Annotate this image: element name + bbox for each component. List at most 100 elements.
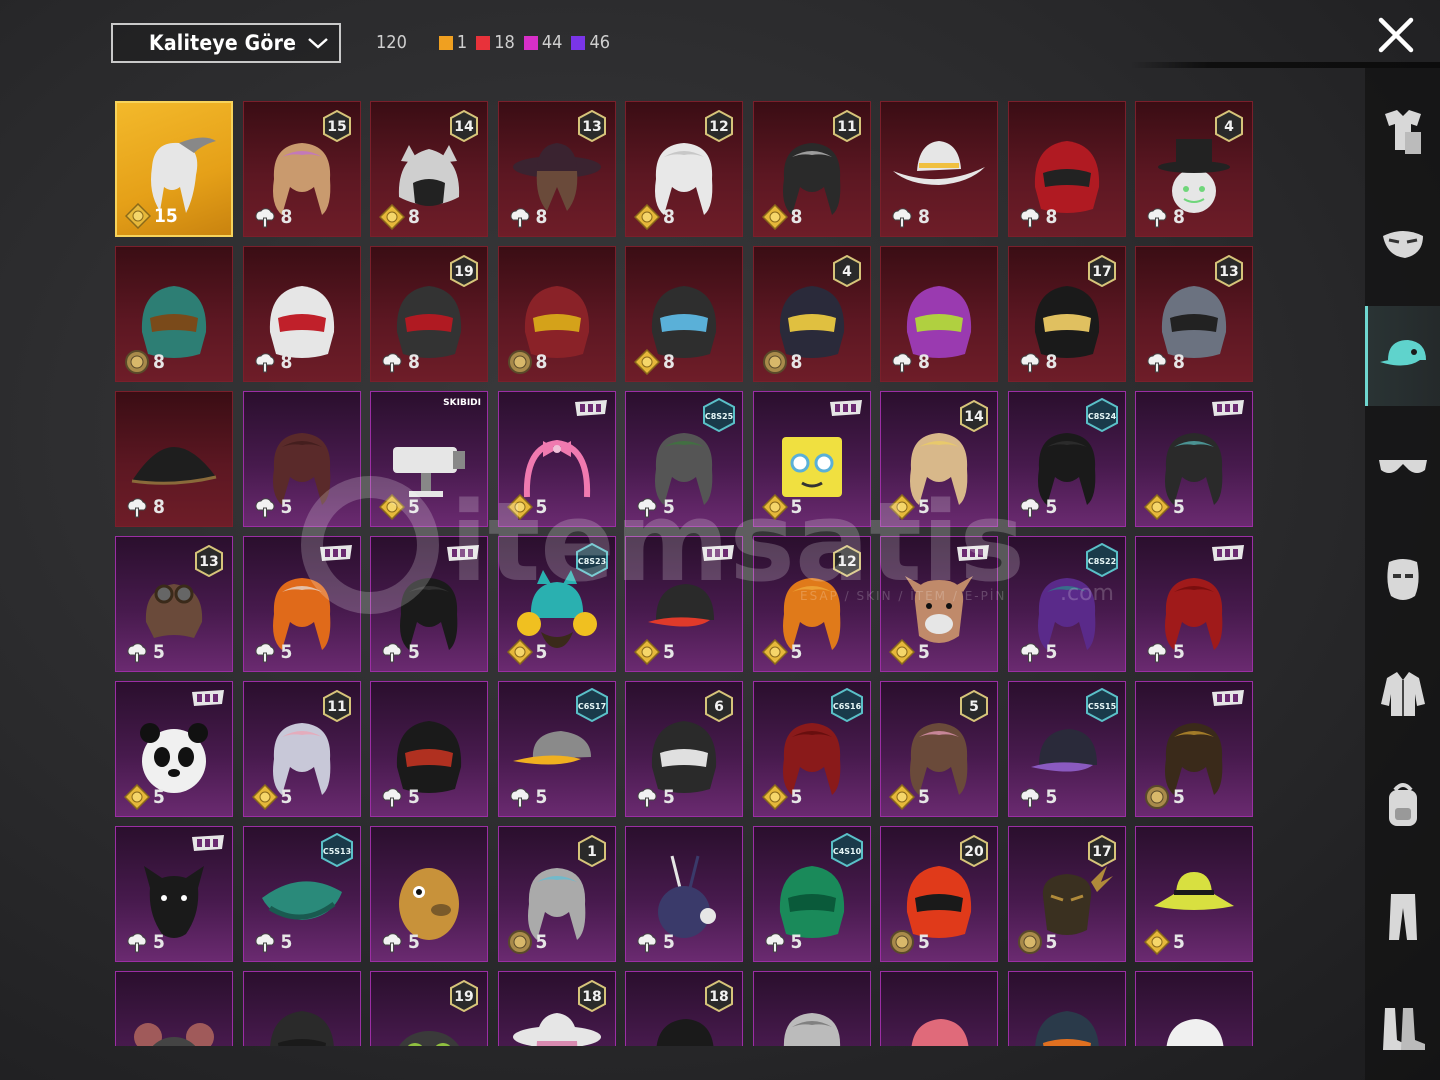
- sidebar-item-pants[interactable]: [1365, 866, 1440, 966]
- inventory-item[interactable]: 19 8: [370, 246, 488, 382]
- inventory-item[interactable]: 5: [1135, 681, 1253, 817]
- gold-diamond-icon: [506, 494, 533, 520]
- close-button[interactable]: [1375, 14, 1417, 56]
- inventory-item[interactable]: C8S22 5: [1007, 536, 1126, 672]
- season-badge: 1: [577, 835, 606, 867]
- inventory-item[interactable]: C8S24 5: [1007, 391, 1126, 527]
- inventory-item[interactable]: 15: [497, 826, 616, 962]
- inventory-item[interactable]: 18: [497, 971, 616, 1046]
- inventory-item[interactable]: 5: [625, 536, 743, 672]
- sidebar-item-face[interactable]: [1365, 530, 1440, 630]
- inventory-item[interactable]: 8: [625, 246, 743, 382]
- inventory-item[interactable]: [1135, 971, 1253, 1046]
- sidebar-item-hat[interactable]: [1365, 306, 1440, 406]
- gold-diamond-icon: [506, 639, 533, 665]
- item-price: 5: [379, 929, 420, 955]
- jacket-icon: [1380, 672, 1425, 716]
- inventory-item[interactable]: 13 5: [115, 536, 233, 672]
- inventory-item[interactable]: 5: [242, 536, 361, 672]
- item-count: 5: [1173, 496, 1185, 518]
- inventory-item[interactable]: C8S25 5: [625, 391, 743, 527]
- inventory-item[interactable]: 14 8: [370, 101, 488, 237]
- inventory-item[interactable]: [880, 971, 998, 1046]
- inventory-item[interactable]: 8: [1007, 101, 1126, 237]
- inventory-item[interactable]: 18: [625, 971, 743, 1046]
- inventory-item[interactable]: 20 5: [880, 826, 998, 962]
- sort-dropdown[interactable]: Kaliteye Göre: [111, 23, 341, 63]
- inventory-item[interactable]: [115, 971, 233, 1046]
- inventory-item[interactable]: [1007, 971, 1126, 1046]
- inventory-item[interactable]: 48: [752, 246, 871, 382]
- inventory-item[interactable]: 8: [497, 246, 616, 382]
- inventory-item[interactable]: 5: [625, 826, 743, 962]
- inventory-item[interactable]: SKIBIDI 5: [370, 391, 488, 527]
- inventory-item[interactable]: C6S17 5: [497, 681, 616, 817]
- inventory-item[interactable]: 11 8: [752, 101, 871, 237]
- inventory-item[interactable]: 5: [1135, 826, 1253, 962]
- inventory-item[interactable]: C8S23 5: [497, 536, 616, 672]
- inventory-item[interactable]: 8: [880, 101, 998, 237]
- item-price: 8: [634, 204, 675, 230]
- inventory-item[interactable]: 13 8: [1135, 246, 1253, 382]
- inventory-item[interactable]: 15: [115, 101, 233, 237]
- inventory-item[interactable]: 5: [115, 826, 233, 962]
- inventory-item[interactable]: 65: [625, 681, 743, 817]
- sidebar-item-jacket[interactable]: [1365, 642, 1440, 742]
- inventory-item[interactable]: 12 5: [752, 536, 871, 672]
- inventory-item[interactable]: 55: [880, 681, 998, 817]
- sidebar-item-glasses[interactable]: [1365, 418, 1440, 518]
- inventory-item[interactable]: [752, 971, 871, 1046]
- season-code-text: C6S17: [577, 702, 605, 711]
- item-price: 8: [379, 349, 420, 375]
- inventory-item[interactable]: 11 5: [242, 681, 361, 817]
- inventory-item[interactable]: 5: [1135, 391, 1253, 527]
- season-badge: 13: [195, 545, 223, 577]
- inventory-item[interactable]: C6S16 5: [752, 681, 871, 817]
- inventory-item[interactable]: 5: [370, 826, 488, 962]
- item-price: 5: [1017, 494, 1057, 520]
- inventory-item[interactable]: 12 8: [625, 101, 743, 237]
- inventory-item[interactable]: 17 8: [1007, 246, 1126, 382]
- inventory-item[interactable]: 8: [880, 246, 998, 382]
- inventory-item[interactable]: C5S13 5: [242, 826, 361, 962]
- rarity-stat: 18: [476, 32, 515, 53]
- inventory-item[interactable]: [242, 971, 361, 1046]
- inventory-item[interactable]: 5: [752, 391, 871, 527]
- item-count: 5: [408, 496, 420, 518]
- item-price: 5: [124, 784, 165, 810]
- season-badge-number: 20: [964, 844, 984, 860]
- inventory-item[interactable]: 14 5: [880, 391, 998, 527]
- pass-badge-icon: [1212, 400, 1244, 416]
- inventory-item[interactable]: 8: [115, 246, 233, 382]
- cloud-icon: [255, 208, 274, 228]
- inventory-item[interactable]: 5: [242, 391, 361, 527]
- inventory-item[interactable]: C5S15 5: [1007, 681, 1126, 817]
- inventory-item[interactable]: 8: [115, 391, 233, 527]
- inventory-item[interactable]: 5: [115, 681, 233, 817]
- inventory-item[interactable]: 13 8: [497, 101, 616, 237]
- season-code-badge: C8S23: [575, 543, 608, 577]
- season-badge: 17: [1087, 255, 1116, 287]
- item-brand-label: SKIBIDI: [443, 398, 481, 408]
- inventory-grid-viewport[interactable]: 15 15 8 14 8 13 8 12 8 11 8 8 8 48 8 8 1…: [115, 101, 1255, 1046]
- sidebar-item-shoes[interactable]: [1365, 978, 1440, 1078]
- inventory-item[interactable]: 19: [370, 971, 488, 1046]
- inventory-item[interactable]: 17 5: [1007, 826, 1126, 962]
- inventory-item[interactable]: 5: [370, 536, 488, 672]
- sidebar-item-outfit[interactable]: [1365, 82, 1440, 182]
- inventory-item[interactable]: 5: [1135, 536, 1253, 672]
- inventory-item[interactable]: 5: [880, 536, 998, 672]
- inventory-item[interactable]: C4S10 5: [752, 826, 871, 962]
- sidebar-item-backpack[interactable]: [1365, 754, 1440, 854]
- inventory-item[interactable]: 48: [1135, 101, 1253, 237]
- item-price: 8: [507, 204, 548, 230]
- inventory-item[interactable]: 5: [370, 681, 488, 817]
- inventory-item[interactable]: 5: [497, 391, 616, 527]
- inventory-item[interactable]: 8: [242, 246, 361, 382]
- cloud-icon: [637, 788, 657, 808]
- item-price: 8: [252, 349, 292, 375]
- item-count: 5: [663, 931, 675, 953]
- item-count: 8: [535, 206, 548, 228]
- sidebar-item-mask[interactable]: [1365, 194, 1440, 294]
- inventory-item[interactable]: 15 8: [242, 101, 361, 237]
